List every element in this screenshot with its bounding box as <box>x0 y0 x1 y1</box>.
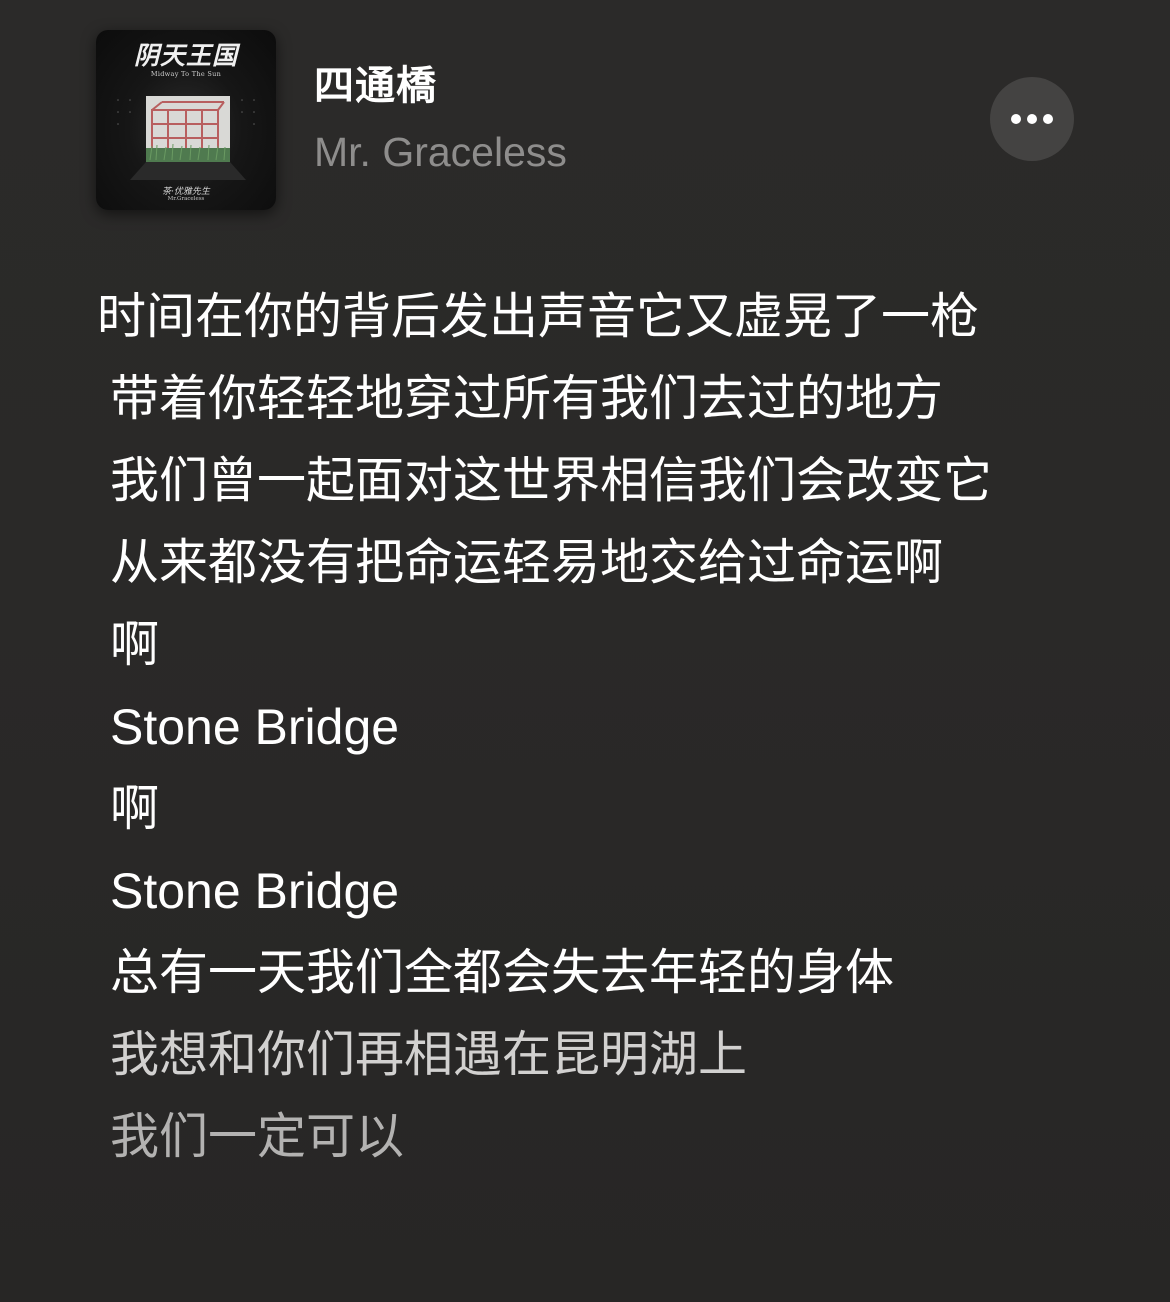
ellipsis-icon <box>1011 114 1053 124</box>
lyrics-list: 时间在你的背后发出声音它又虚晃了一枪 带着你轻轻地穿过所有我们去过的地方 我们曾… <box>97 276 1097 1178</box>
lyric-line[interactable]: 啊 <box>97 768 1097 850</box>
lyric-line[interactable]: Stone Bridge <box>97 686 1097 768</box>
album-cover-subtitle: Midway To The Sun <box>150 70 222 78</box>
song-title: 四通橋 <box>314 63 437 109</box>
lyric-line[interactable]: 时间在你的背后发出声音它又虚晃了一枪 <box>97 276 1097 358</box>
lyric-line[interactable]: Stone Bridge <box>97 850 1097 932</box>
lyric-line[interactable]: 带着你轻轻地穿过所有我们去过的地方 <box>97 358 1097 440</box>
album-cover-artist-en: Mr.Graceless <box>167 196 205 202</box>
lyric-line[interactable]: 我们一定可以 <box>97 1096 1097 1178</box>
now-playing-header: 阴天王国 Midway To The Sun 茶·优雅先生 Mr.Gracele… <box>96 30 1076 210</box>
album-cover[interactable]: 阴天王国 Midway To The Sun 茶·优雅先生 Mr.Gracele… <box>96 30 276 210</box>
more-options-button[interactable] <box>990 77 1074 161</box>
lyric-line[interactable]: 我们曾一起面对这世界相信我们会改变它 <box>97 440 1097 522</box>
album-cover-title: 阴天王国 <box>133 41 238 70</box>
lyric-line[interactable]: 我想和你们再相遇在昆明湖上 <box>97 1014 1097 1096</box>
song-artist[interactable]: Mr. Graceless <box>314 128 567 176</box>
lyric-line[interactable]: 总有一天我们全都会失去年轻的身体 <box>97 932 1097 1014</box>
lyric-line[interactable]: 从来都没有把命运轻易地交给过命运啊 <box>97 522 1097 604</box>
lyric-line[interactable]: 啊 <box>97 604 1097 686</box>
